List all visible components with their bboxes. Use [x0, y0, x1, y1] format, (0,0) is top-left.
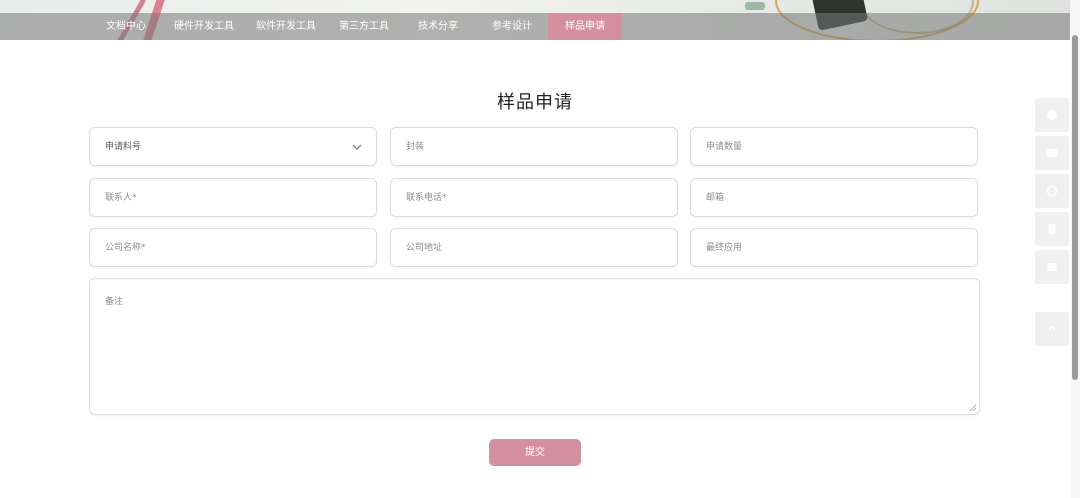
contact-placeholder: 联系人*	[105, 193, 137, 203]
chevron-down-icon	[352, 144, 362, 150]
mail-button[interactable]	[1035, 136, 1069, 170]
list-icon	[1047, 263, 1057, 271]
application-input[interactable]: 最终应用	[690, 228, 978, 267]
remarks-textarea[interactable]: 备注	[89, 278, 980, 415]
nav-hardware-tools[interactable]: 硬件开发工具	[170, 13, 238, 40]
phone-input[interactable]: 联系电话*	[390, 178, 678, 217]
nav-software-tools[interactable]: 软件开发工具	[252, 13, 320, 40]
banner-decor	[745, 2, 765, 10]
document-icon	[1048, 224, 1056, 234]
scrollbar-thumb[interactable]	[1072, 35, 1078, 380]
package-input[interactable]: 封装	[390, 127, 678, 166]
resize-handle-icon[interactable]	[969, 404, 977, 412]
package-placeholder: 封装	[406, 142, 425, 152]
company-input[interactable]: 公司名称*	[89, 228, 377, 267]
list-button[interactable]	[1035, 250, 1069, 284]
quantity-input[interactable]: 申请数量	[690, 127, 978, 166]
document-button[interactable]	[1035, 212, 1069, 246]
quantity-placeholder: 申请数量	[706, 142, 743, 152]
back-to-top-button[interactable]	[1035, 312, 1069, 346]
nav-tech-sharing[interactable]: 技术分享	[410, 13, 466, 40]
company-placeholder: 公司名称*	[105, 243, 146, 253]
address-input[interactable]: 公司地址	[390, 228, 678, 267]
help-icon	[1046, 185, 1058, 197]
chat-icon	[1047, 110, 1057, 120]
page-title: 样品申请	[497, 92, 573, 113]
nav-docs[interactable]: 文档中心	[97, 13, 155, 40]
remarks-placeholder: 备注	[105, 297, 124, 307]
back-to-top-icon	[1048, 325, 1056, 331]
chat-button[interactable]	[1035, 98, 1069, 132]
submit-button[interactable]: 提交	[489, 439, 581, 466]
email-placeholder: 邮箱	[706, 193, 725, 203]
email-input[interactable]: 邮箱	[690, 178, 978, 217]
nav-sample-request[interactable]: 样品申请	[548, 13, 622, 40]
phone-placeholder: 联系电话*	[406, 193, 447, 203]
nav-third-party-tools[interactable]: 第三方工具	[334, 13, 394, 40]
application-placeholder: 最终应用	[706, 243, 743, 253]
nav-reference-design[interactable]: 参考设计	[484, 13, 540, 40]
part-number-select[interactable]: 申请料号	[89, 127, 377, 166]
main-nav	[0, 13, 1080, 40]
mail-icon	[1047, 149, 1057, 157]
help-button[interactable]	[1035, 174, 1069, 208]
address-placeholder: 公司地址	[406, 243, 443, 253]
part-number-select-value: 申请料号	[105, 142, 142, 152]
contact-input[interactable]: 联系人*	[89, 178, 377, 217]
